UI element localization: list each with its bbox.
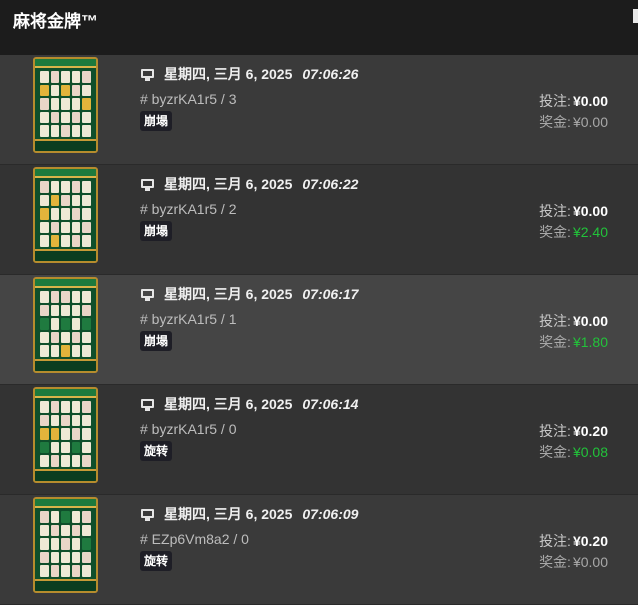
monitor-icon	[140, 288, 155, 301]
game-thumbnail	[33, 57, 98, 153]
game-thumbnail	[33, 387, 98, 483]
row-time: 07:06:22	[302, 176, 359, 192]
bet-amount: 投注: ¥0.00	[539, 93, 608, 109]
game-thumbnail	[33, 497, 98, 593]
monitor-icon	[140, 178, 155, 191]
monitor-icon	[140, 508, 155, 521]
win-amount: 奖金: ¥0.08	[539, 444, 608, 460]
win-amount: 奖金: ¥0.00	[539, 114, 608, 130]
round-type-badge: 旋转	[140, 551, 173, 571]
bet-amount: 投注: ¥0.20	[539, 533, 608, 549]
app-header: 麻将金牌™	[0, 0, 638, 55]
round-type-badge: 旋转	[140, 441, 173, 461]
round-type-badge: 崩塌	[140, 331, 173, 351]
win-amount: 奖金: ¥0.00	[539, 554, 608, 570]
row-time: 07:06:17	[302, 286, 359, 302]
row-date: 星期四, 三月 6, 2025	[164, 176, 293, 192]
round-id: # byzrKA1r5 / 0	[140, 421, 237, 437]
round-id: # byzrKA1r5 / 2	[140, 201, 237, 217]
round-id: # byzrKA1r5 / 3	[140, 91, 237, 107]
row-time: 07:06:26	[302, 66, 359, 82]
round-id: # byzrKA1r5 / 1	[140, 311, 237, 327]
row-time: 07:06:14	[302, 396, 359, 412]
history-row[interactable]: 星期四, 三月 6, 2025 07:06:22 # byzrKA1r5 / 2…	[0, 165, 638, 275]
round-id: # EZp6Vm8a2 / 0	[140, 531, 249, 547]
game-thumbnail	[33, 277, 98, 373]
row-date: 星期四, 三月 6, 2025	[164, 66, 293, 82]
win-amount: 奖金: ¥1.80	[539, 334, 608, 350]
monitor-icon	[140, 398, 155, 411]
header-edge-element[interactable]	[633, 9, 638, 23]
bet-amount: 投注: ¥0.20	[539, 423, 608, 439]
row-date: 星期四, 三月 6, 2025	[164, 506, 293, 522]
win-amount: 奖金: ¥2.40	[539, 224, 608, 240]
game-thumbnail	[33, 167, 98, 263]
history-row[interactable]: 星期四, 三月 6, 2025 07:06:26 # byzrKA1r5 / 3…	[0, 55, 638, 165]
history-row[interactable]: 星期四, 三月 6, 2025 07:06:14 # byzrKA1r5 / 0…	[0, 385, 638, 495]
round-type-badge: 崩塌	[140, 111, 173, 131]
row-time: 07:06:09	[302, 506, 359, 522]
monitor-icon	[140, 68, 155, 81]
game-title: 麻将金牌™	[13, 12, 98, 31]
round-type-badge: 崩塌	[140, 221, 173, 241]
row-date: 星期四, 三月 6, 2025	[164, 286, 293, 302]
history-row[interactable]: 星期四, 三月 6, 2025 07:06:09 # EZp6Vm8a2 / 0…	[0, 495, 638, 605]
history-row[interactable]: 星期四, 三月 6, 2025 07:06:17 # byzrKA1r5 / 1…	[0, 275, 638, 385]
row-date: 星期四, 三月 6, 2025	[164, 396, 293, 412]
bet-amount: 投注: ¥0.00	[539, 203, 608, 219]
bet-amount: 投注: ¥0.00	[539, 313, 608, 329]
history-list: 星期四, 三月 6, 2025 07:06:26 # byzrKA1r5 / 3…	[0, 55, 638, 605]
